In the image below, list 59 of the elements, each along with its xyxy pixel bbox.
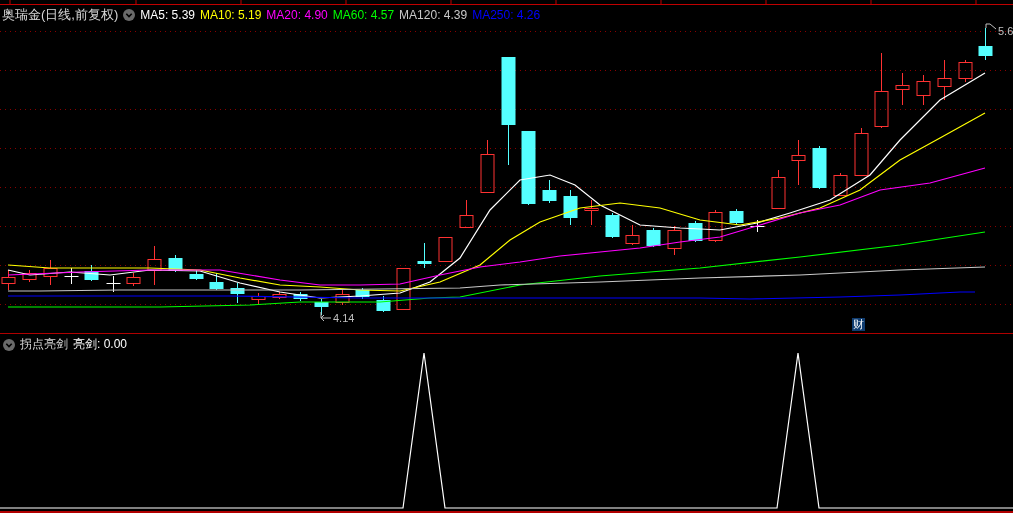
candlestick: [209, 272, 224, 291]
candlestick: [833, 172, 848, 196]
candlestick: [480, 139, 495, 193]
candlestick: [335, 289, 350, 306]
candlestick: [937, 59, 952, 101]
indicator-title: 拐点亮剑: [20, 336, 68, 353]
candlestick: [272, 291, 287, 300]
leader-line: [320, 311, 332, 322]
moving-average-value: MA120: 4.39: [399, 8, 468, 22]
candlestick: [459, 199, 474, 228]
candlestick: [417, 242, 432, 269]
collapse-icon[interactable]: [3, 338, 15, 351]
candlestick: [355, 287, 370, 300]
candlestick: [688, 220, 703, 243]
candlestick: [625, 224, 640, 246]
event-marker[interactable]: 财: [852, 318, 865, 331]
candlestick: [646, 227, 661, 248]
candlestick: [667, 225, 682, 256]
collapse-icon[interactable]: [123, 9, 136, 21]
moving-average-value: MA250: 4.26: [472, 8, 541, 22]
candlestick: [106, 275, 121, 293]
candlestick: [64, 267, 79, 285]
candlestick: [189, 269, 204, 281]
candlestick: [812, 145, 827, 190]
candlestick: [230, 282, 245, 304]
candlestick: [605, 212, 620, 239]
candlestick: [771, 169, 786, 209]
candlestick: [978, 27, 993, 61]
candlestick: [958, 59, 973, 83]
candlestick: [126, 272, 141, 287]
leader-line: [985, 23, 997, 30]
candlestick: [895, 72, 910, 106]
candlestick: [584, 199, 599, 226]
candlestick: [563, 189, 578, 226]
candlestick: [791, 139, 806, 186]
candlestick: [438, 237, 453, 262]
candlestick: [708, 209, 723, 243]
moving-average-value: MA60: 4.57: [332, 8, 395, 22]
candlestick: [542, 179, 557, 204]
candlestick: [376, 295, 391, 313]
candlestick: [396, 268, 411, 310]
candlestick: [43, 259, 58, 286]
chart-title: 奥瑞金(日线,前复权): [2, 6, 119, 24]
moving-average-value: MA10: 5.19: [200, 8, 262, 22]
candlestick: [84, 264, 99, 282]
moving-average-value: MA5: 5.39: [140, 8, 195, 22]
candlestick: [147, 245, 162, 286]
candlestick: [251, 292, 266, 306]
low-price-label: 4.14: [333, 312, 355, 324]
candlestick: [293, 291, 308, 302]
candlestick: [729, 208, 744, 225]
candlestick: [750, 219, 765, 233]
candlestick: [1, 269, 16, 291]
indicator-value: 亮剑: 0.00: [73, 336, 128, 353]
candlestick: [854, 127, 869, 176]
high-price-label: 5.6: [998, 25, 1013, 37]
candlestick: [916, 74, 931, 106]
moving-average-value: MA20: 4.90: [266, 8, 328, 22]
candlestick: [22, 269, 37, 283]
